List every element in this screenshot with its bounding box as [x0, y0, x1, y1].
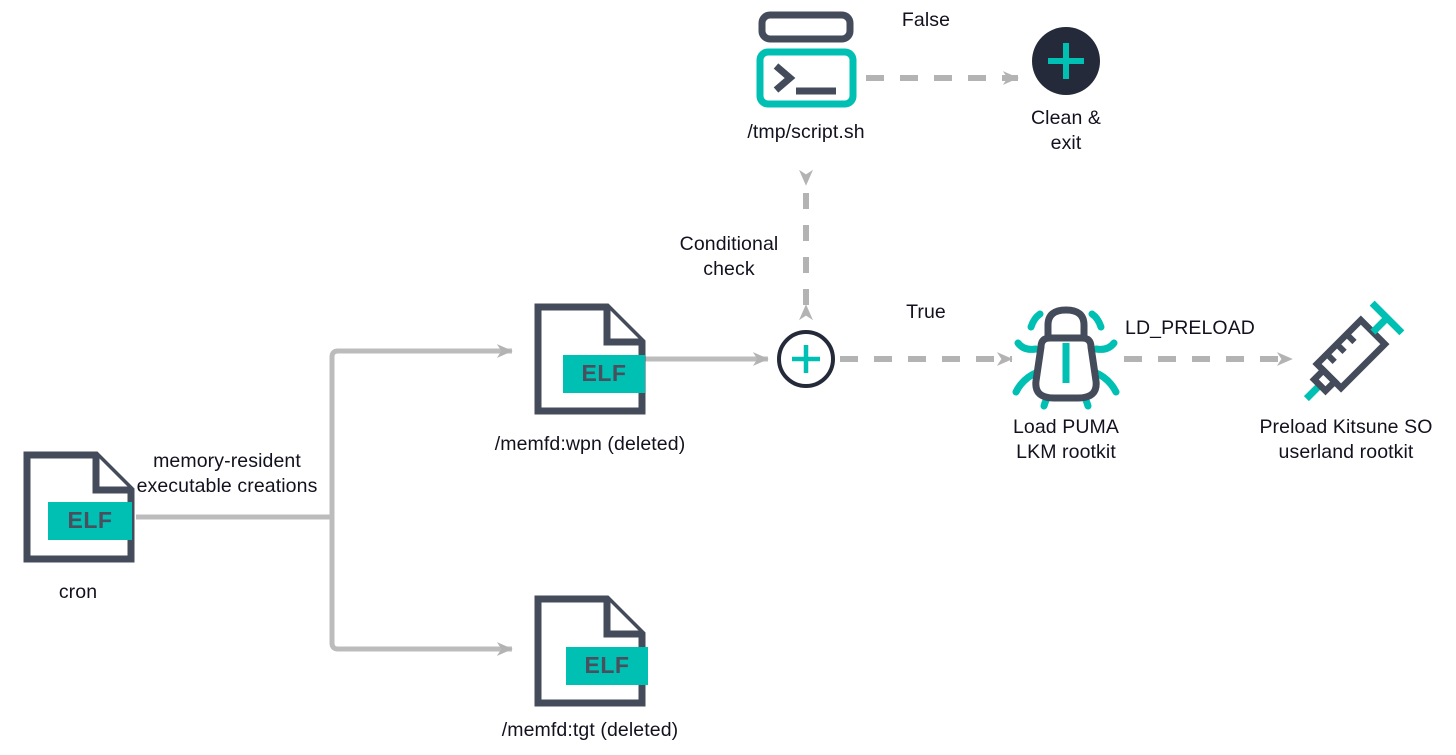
diagram-canvas: ELF ELF ELF cron /memfd:wpn (deleted) /m…	[0, 0, 1456, 755]
edge-label-memory-resident: memory-resident executable creations	[136, 450, 318, 497]
node-label-script: /tmp/script.sh	[747, 121, 865, 143]
node-clean-exit[interactable]	[1032, 27, 1100, 95]
node-label-cron: cron	[58, 581, 98, 603]
edge-label-true: True	[906, 301, 946, 323]
edge-label-conditional-check: Conditional check	[679, 233, 779, 280]
node-kitsune-syringe[interactable]	[1292, 300, 1405, 413]
elf-badge-text: ELF	[585, 652, 630, 678]
node-label-puma: Load PUMA LKM rootkit	[1012, 416, 1120, 463]
node-memfd-wpn[interactable]: ELF	[534, 303, 646, 415]
node-label-kitsune: Preload Kitsune SO userland rootkit	[1259, 416, 1433, 463]
node-memfd-tgt[interactable]: ELF	[534, 595, 648, 707]
node-label-clean-exit: Clean & exit	[1030, 107, 1102, 154]
edge-label-ld-preload: LD_PRELOAD	[1125, 317, 1255, 339]
node-junction[interactable]	[777, 330, 835, 388]
node-script[interactable]	[756, 11, 857, 108]
edge-cron-to-memfds	[136, 344, 513, 656]
diagram-graphics: ELF ELF ELF	[23, 11, 1405, 707]
edge-label-false: False	[901, 9, 951, 31]
node-label-memfd-tgt: /memfd:tgt (deleted)	[501, 719, 679, 741]
node-label-memfd-wpn: /memfd:wpn (deleted)	[494, 433, 686, 455]
elf-badge-text: ELF	[582, 360, 627, 386]
elf-badge-text: ELF	[68, 507, 113, 533]
